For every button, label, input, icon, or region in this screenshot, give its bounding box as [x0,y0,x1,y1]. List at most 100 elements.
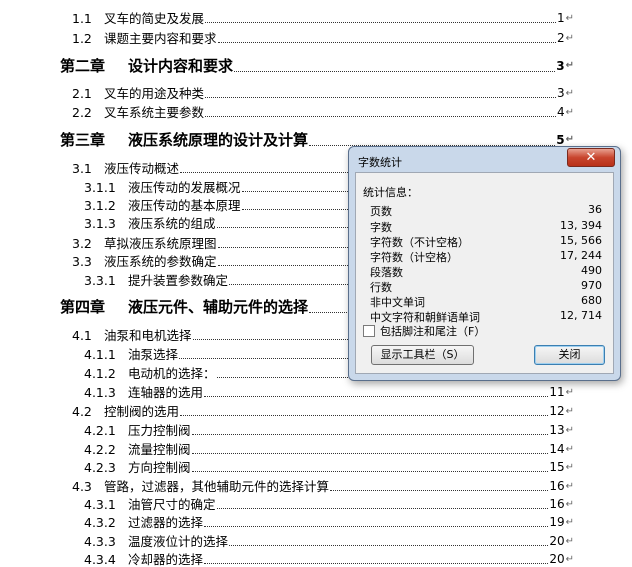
toc-entry[interactable]: 1.1 叉车的简史及发展 1 ↵ [72,11,574,26]
toc-number: 1.2 [72,31,92,46]
paragraph-mark-icon: ↵ [565,387,574,398]
toc-title: 草拟液压系统原理图 [104,236,217,251]
toc-entry[interactable]: 2.1 叉车的用途及种类 3 ↵ [72,86,574,101]
toc-leader [204,396,549,397]
show-toolbar-button[interactable]: 显示工具栏（S） [371,345,474,365]
toc-leader [191,471,549,472]
toc-number: 3.3.1 [84,273,116,288]
toc-number: 1.1 [72,11,92,26]
toc-title: 课题主要内容和要求 [104,31,217,46]
toc-entry[interactable]: 4.3 管路，过滤器，其他辅助元件的选择计算 16 ↵ [72,479,574,494]
toc-number: 4.1.3 [84,385,116,400]
toc-title: 方向控制阀 [128,460,191,475]
statistic-value: 490 [581,264,602,277]
toc-title: 油泵选择 [128,347,179,362]
include-footnotes-option[interactable]: 包括脚注和尾注（F） [363,324,485,338]
toc-title: 油泵和电机选择 [104,328,192,343]
toc-page-number: 4 [556,105,565,119]
statistic-value: 13, 394 [560,219,602,232]
toc-number: 4.2.3 [84,460,116,475]
paragraph-mark-icon: ↵ [565,444,574,455]
dialog-body: 统计信息： 页数 36 字数 13, 394 字符数（不计空格） 15, 566 字符数（计… [355,172,614,374]
statistic-row: 字数 13, 394 [370,219,602,234]
paragraph-mark-icon: ↵ [565,481,574,492]
toc-entry[interactable]: 4.2.3 方向控制阀 15 ↵ [84,460,574,475]
statistic-row: 字符数（不计空格） 15, 566 [370,234,602,249]
include-footnotes-checkbox[interactable] [363,325,375,337]
toc-entry[interactable]: 4.3.3 温度液位计的选择 20 ↵ [84,534,574,549]
statistic-label: 字符数（计空格） [370,251,458,264]
toc-page-number: 3 [556,59,565,73]
toc-number: 4.1.2 [84,366,116,381]
toc-leader [204,563,549,564]
toc-number: 4.3.2 [84,515,116,530]
toc-number: 3.2 [72,236,92,251]
toc-entry[interactable]: 4.2.1 压力控制阀 13 ↵ [84,423,574,438]
toc-number: 4.1 [72,328,92,343]
toc-title: 冷却器的选择 [128,552,204,567]
toc-page-number: 11 [549,385,565,399]
toc-entry[interactable]: 4.3.4 冷却器的选择 20 ↵ [84,552,574,567]
toc-entry[interactable]: 2.2 叉车系统主要参数 4 ↵ [72,105,574,120]
toc-leader [205,116,556,117]
toc-number: 3.1.3 [84,216,116,231]
toc-leader [330,490,549,491]
toc-title: 提升装置参数确定 [128,273,229,288]
toc-number: 3.1 [72,161,92,176]
toc-entry[interactable]: 1.2 课题主要内容和要求 2 ↵ [72,31,574,46]
toc-title: 液压元件、辅助元件的选择 [128,298,309,316]
toc-leader [191,434,549,435]
close-icon[interactable]: ✕ [567,148,615,167]
toc-page-number: 16 [549,479,565,493]
toc-title: 叉车的用途及种类 [104,86,205,101]
toc-page-number: 16 [549,497,565,511]
toc-entry[interactable]: 4.1.3 连轴器的选用 11 ↵ [84,385,574,400]
toc-number: 4.3.1 [84,497,116,512]
toc-title: 连轴器的选用 [128,385,204,400]
statistic-label: 非中文单词 [370,296,425,309]
dialog-titlebar[interactable]: 字数统计 ✕ [349,147,620,169]
toc-title: 电动机的选择： [128,366,216,381]
toc-leader [191,453,549,454]
paragraph-mark-icon: ↵ [565,33,574,44]
toc-number: 第三章 [60,131,106,149]
statistic-row: 中文字符和朝鲜语单词 12, 714 [370,309,602,324]
toc-number: 4.3.3 [84,534,116,549]
dialog-title: 字数统计 [358,156,402,169]
toc-number: 4.3 [72,479,92,494]
toc-entry[interactable]: 4.3.1 油管尺寸的确定 16 ↵ [84,497,574,512]
toc-title: 液压系统的参数确定 [104,254,217,269]
paragraph-mark-icon: ↵ [565,406,574,417]
toc-title: 流量控制阀 [128,442,191,457]
toc-leader [216,508,549,509]
toc-number: 4.1.1 [84,347,116,362]
statistic-row: 行数 970 [370,279,602,294]
statistic-row: 页数 36 [370,203,602,218]
toc-number: 4.2.2 [84,442,116,457]
toc-number: 4.2.1 [84,423,116,438]
paragraph-mark-icon: ↵ [565,107,574,118]
toc-page-number: 15 [549,460,565,474]
toc-title: 液压系统的组成 [128,216,216,231]
toc-title: 设计内容和要求 [128,57,234,75]
toc-entry[interactable]: 4.3.2 过滤器的选择 19 ↵ [84,515,574,530]
statistic-row: 段落数 490 [370,264,602,279]
close-button[interactable]: 关闭 [534,345,605,365]
toc-leader [180,415,549,416]
toc-chapter-entry[interactable]: 第二章 设计内容和要求 3 ↵ [60,57,574,75]
toc-number: 2.1 [72,86,92,101]
toc-page-number: 12 [549,404,565,418]
include-footnotes-label: 包括脚注和尾注（F） [380,325,486,338]
paragraph-mark-icon: ↵ [565,517,574,528]
toc-page-number: 20 [549,534,565,548]
statistic-value: 12, 714 [560,309,602,322]
statistic-label: 段落数 [370,266,403,279]
toc-title: 管路，过滤器，其他辅助元件的选择计算 [104,479,330,494]
toc-title: 控制阀的选用 [104,404,180,419]
toc-entry[interactable]: 4.2.2 流量控制阀 14 ↵ [84,442,574,457]
toc-entry[interactable]: 4.2 控制阀的选用 12 ↵ [72,404,574,419]
toc-leader [234,71,556,72]
toc-leader [217,42,556,43]
paragraph-mark-icon: ↵ [565,462,574,473]
statistic-label: 字符数（不计空格） [370,236,469,249]
